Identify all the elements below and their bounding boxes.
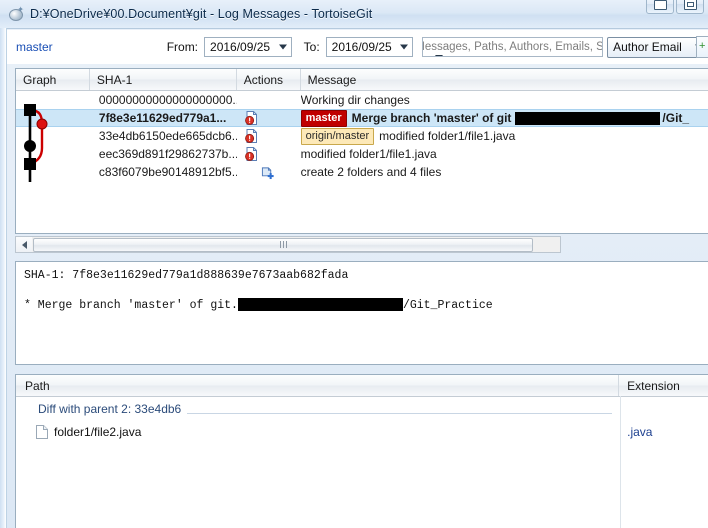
message-text: Merge branch 'master' of git [351,111,512,125]
sha-cell: 7f8e3e11629ed779a1... [98,111,227,125]
file-extension-cell: .java [627,425,653,439]
file-icon [36,425,48,439]
message-tail: /Git_ [662,111,690,125]
modified-icon [244,111,257,125]
window-left-border [0,28,7,528]
message-text: create 2 folders and 4 files [300,165,442,179]
message-cell: modified folder1/file1.java [301,145,708,163]
minimize-button[interactable] [646,0,674,14]
redaction-bar [515,111,661,125]
chevron-down-icon [435,55,444,56]
message-text: modified folder1/file1.java [300,147,437,161]
list-item[interactable]: folder1/file2.java .java [16,421,708,443]
table-row[interactable]: eec369d891f29862737b... modified folder1… [16,145,708,163]
column-header-extension[interactable]: Extension [619,375,708,396]
to-date-picker[interactable]: 2016/09/25 [325,37,414,57]
window-title: D:¥OneDrive¥00.Document¥git - Log Messag… [30,7,373,21]
column-header-message[interactable]: Message [301,69,708,90]
ref-label-origin-master[interactable]: origin/master [300,127,375,145]
graph-cell [16,127,90,145]
commit-log-list[interactable]: Graph SHA-1 Actions Message 000000000000… [15,68,708,234]
column-header-actions[interactable]: Actions [237,69,301,90]
filter-mode-value: Author Email [613,40,682,54]
sha-cell: 00000000000000000000... [98,93,237,107]
log-horizontal-scrollbar[interactable] [15,236,561,253]
log-header-row: Graph SHA-1 Actions Message [16,69,708,91]
message-cell: Working dir changes [301,91,708,109]
search-placeholder: Messages, Paths, Authors, Emails, SHA [423,41,604,53]
detail-message-line: * Merge branch 'master' of git. /Git_Prac… [24,298,700,313]
ref-label-master[interactable]: master [300,109,347,127]
graph-cell [16,91,90,109]
from-date-value: 2016/09/25 [210,40,271,54]
to-date-value: 2016/09/25 [331,40,392,54]
chevron-left-icon [21,240,27,249]
restore-button[interactable] [676,0,704,14]
scrollbar-grip-icon [279,241,287,248]
message-text: Working dir changes [300,93,410,107]
message-cell: origin/master modified folder1/file1.jav… [300,127,708,145]
file-header-row: Path Extension [16,375,708,397]
tortoisegit-icon: ✦ [8,6,24,22]
actions-cell [237,91,301,109]
from-date-picker[interactable]: 2016/09/25 [204,37,292,57]
minimize-icon [653,0,667,10]
restore-icon [683,0,697,10]
added-icon [261,167,274,180]
message-cell: create 2 folders and 4 files [301,163,708,181]
sha-cell: eec369d891f29862737b... [98,147,237,161]
detail-message-prefix: * Merge branch 'master' of git. [24,299,238,312]
table-row[interactable]: 00000000000000000000... Working dir chan… [16,91,708,109]
to-label: To: [303,40,320,54]
filter-toolbar: master From: 2016/09/25 To: 2016/09/25 M… [7,30,708,64]
title-bar: ✦ D:¥OneDrive¥00.Document¥git - Log Mess… [0,0,708,29]
sha-cell: c83f6079be90148912bf5... [98,165,237,179]
redaction-bar [237,298,403,312]
commit-detail-pane[interactable]: SHA-1: 7f8e3e11629ed779a1d888639e7673aab… [15,261,708,365]
modified-icon [244,147,257,161]
graph-cell [16,109,90,127]
branch-link[interactable]: master [16,40,53,54]
plus-icon: + [699,40,706,52]
actions-cell [237,163,301,181]
tortoisegit-log-window: ✦ D:¥OneDrive¥00.Document¥git - Log Mess… [0,0,708,528]
file-path-text: folder1/file2.java [54,425,142,439]
filter-mode-select[interactable]: Author Email [607,36,708,58]
file-path-cell: folder1/file2.java [16,425,619,439]
changed-files-list[interactable]: Path Extension Diff with parent 2: 33e4d… [15,374,708,528]
actions-cell [237,127,301,145]
scrollbar-thumb[interactable] [33,237,533,252]
message-cell: master Merge branch 'master' of git /Git… [300,109,708,127]
scroll-left-button[interactable] [16,237,32,252]
table-row[interactable]: c83f6079be90148912bf5... create 2 folder… [16,163,708,181]
column-header-sha[interactable]: SHA-1 [90,69,237,90]
detail-message-suffix: /Git_Practice [402,299,493,312]
chevron-down-icon [278,44,287,50]
actions-cell [237,145,301,163]
actions-cell [237,109,301,127]
chevron-down-icon [400,44,409,50]
group-header-label: Diff with parent 2: 33e4db6 [38,402,188,416]
graph-cell [16,145,90,163]
column-header-graph[interactable]: Graph [16,69,90,90]
modified-icon [244,129,257,143]
sha-cell: 33e4db6150ede665dcb6... [98,129,237,143]
table-row[interactable]: 33e4db6150ede665dcb6... origin/master mo… [16,127,708,145]
graph-cell [16,163,90,181]
search-input[interactable]: Messages, Paths, Authors, Emails, SHA [422,37,604,57]
detail-sha-line: SHA-1: 7f8e3e11629ed779a1d888639e7673aab… [24,269,349,282]
message-text: modified folder1/file1.java [379,129,516,143]
from-label: From: [166,40,199,54]
file-group-header[interactable]: Diff with parent 2: 33e4db6 [16,397,708,421]
log-rows: 00000000000000000000... Working dir chan… [16,91,708,181]
table-row[interactable]: 7f8e3e11629ed779a1... master Merge branc… [16,109,708,127]
add-filter-button[interactable]: + [696,36,708,58]
window-controls [646,0,704,14]
column-header-path[interactable]: Path [16,375,620,396]
